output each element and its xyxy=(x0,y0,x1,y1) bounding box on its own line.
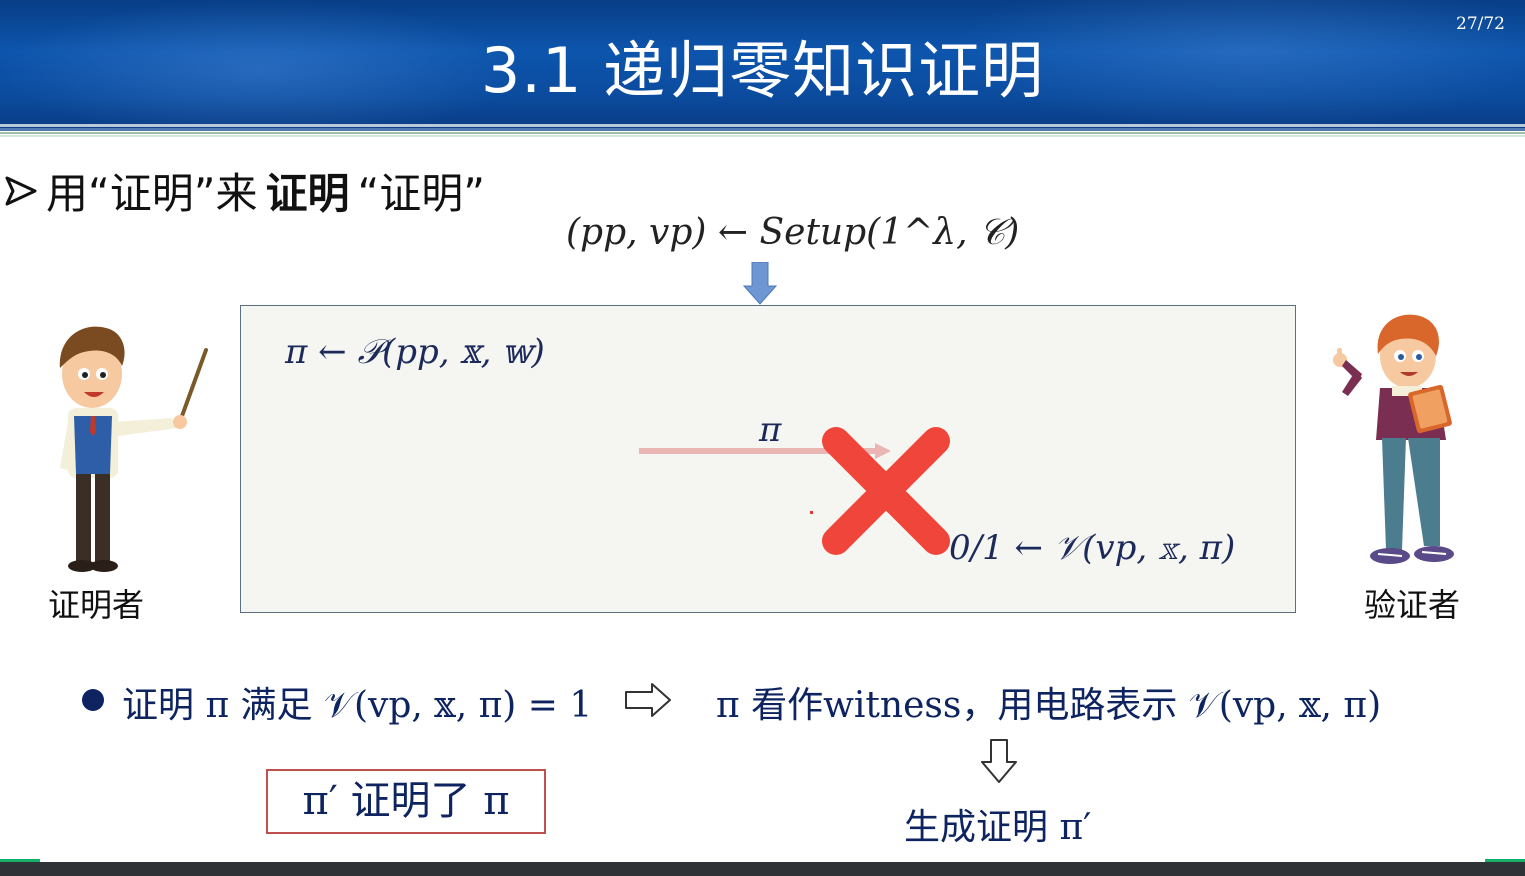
header-divider xyxy=(0,124,1525,140)
verifier-formula: 0/1 ← 𝒱(vp, 𝕩, π) xyxy=(949,528,1236,568)
bottom-bar xyxy=(0,862,1525,876)
verifier-label: 验证者 xyxy=(1364,586,1461,624)
page-number: 27/72 xyxy=(1456,14,1505,34)
setup-formula: (pp, vp) ← Setup(1^λ, 𝒞) xyxy=(566,212,1020,253)
heading-text-2: “证明” xyxy=(357,169,486,218)
heading-text-bold: 证明 xyxy=(265,169,350,218)
bullet-dot-icon xyxy=(82,689,104,711)
slide-title: 3.1 递归零知识证明 xyxy=(480,34,1045,107)
bullet-result: π 看作witness，用电路表示 𝒱(vp, 𝕩, π) xyxy=(716,685,1382,726)
pi-prime-boxed-note: π′ 证明了 π xyxy=(266,769,546,834)
arrow-bullet-icon xyxy=(5,176,37,205)
section-heading: 用“证明”来 证明 “证明” xyxy=(4,160,485,221)
hollow-down-arrow-icon xyxy=(981,739,1017,783)
cross-icon xyxy=(822,427,950,555)
implies-arrow-icon xyxy=(625,683,671,717)
bullet-statement: 证明 π 满足 𝒱(vp, 𝕩, π) = 1 xyxy=(122,685,593,726)
heading-text-1: 用“证明”来 xyxy=(46,169,258,218)
red-dot xyxy=(810,511,813,514)
generate-proof-text: 生成证明 π′ xyxy=(904,807,1092,848)
slide-header: 3.1 递归零知识证明 27/72 xyxy=(0,0,1525,128)
prover-teacher-icon xyxy=(59,326,208,572)
verifier-student-icon xyxy=(1333,314,1454,564)
protocol-panel: π ← 𝒫(pp, 𝕩, 𝕨) π 0/1 ← 𝒱(vp, 𝕩, π) xyxy=(240,305,1296,613)
prover-formula: π ← 𝒫(pp, 𝕩, 𝕨) xyxy=(285,332,545,372)
down-arrow-icon xyxy=(742,262,778,305)
prover-label: 证明者 xyxy=(48,586,145,624)
